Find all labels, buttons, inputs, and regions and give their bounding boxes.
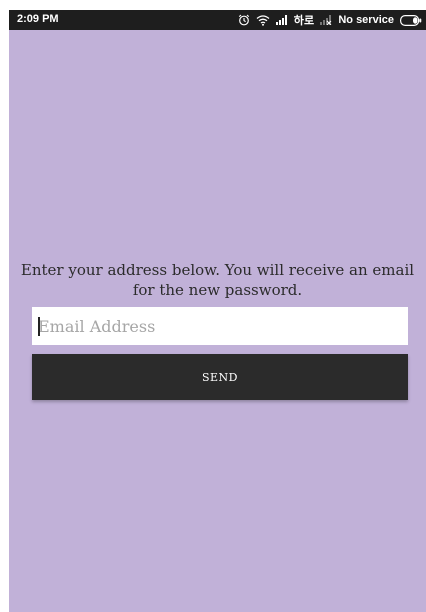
forgot-password-screen: 2:09 PM 하로 No service Enter your address…: [9, 10, 426, 612]
status-service: No service: [338, 14, 394, 26]
wifi-icon: [256, 14, 270, 26]
status-time: 2:09 PM: [17, 13, 59, 25]
send-button[interactable]: SEND: [32, 354, 408, 400]
instruction-text: Enter your address below. You will recei…: [20, 261, 415, 299]
email-address-input[interactable]: [32, 307, 408, 345]
status-bar: 2:09 PM 하로 No service: [9, 10, 426, 30]
status-icons: 하로 No service: [238, 12, 422, 28]
signal-icon: [275, 15, 288, 25]
alarm-icon: [238, 14, 250, 26]
status-carrier: 하로: [293, 15, 315, 27]
text-cursor: [38, 317, 40, 336]
signal-weak-icon: [320, 15, 332, 25]
battery-icon: [400, 14, 422, 26]
